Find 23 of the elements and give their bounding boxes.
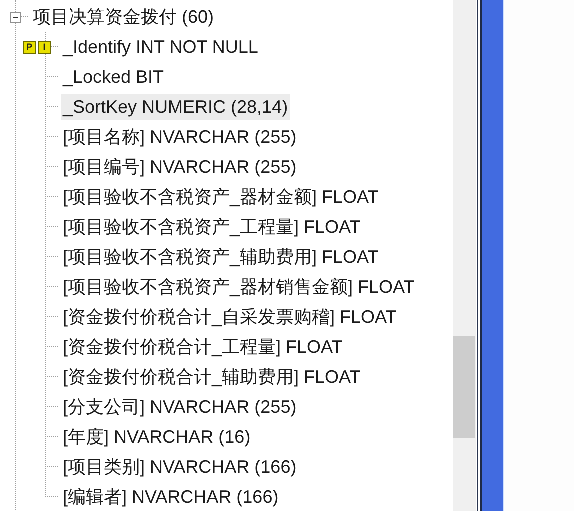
splitter[interactable]	[477, 0, 482, 511]
tree-item[interactable]: [项目验收不含税资产_器材金额] FLOAT	[61, 184, 381, 210]
tree-item[interactable]: [资金拨付价税合计_辅助费用] FLOAT	[61, 364, 363, 390]
tree-item[interactable]: [编辑者] NVARCHAR (166)	[61, 484, 281, 510]
scrollbar[interactable]	[453, 0, 476, 511]
tree-item[interactable]: [分支公司] NVARCHAR (255)	[61, 394, 299, 420]
tree-item[interactable]: 项目决算资金拨付 (60)	[31, 4, 216, 30]
tree-item[interactable]: [资金拨付价税合计_自采发票购稽] FLOAT	[61, 304, 399, 330]
tree-item[interactable]: _Locked BIT	[61, 64, 166, 90]
tree-item[interactable]: _Identify INT NOT NULL	[61, 34, 260, 60]
tree-item[interactable]: [项目验收不含税资产_器材销售金额] FLOAT	[61, 274, 417, 300]
tree-item[interactable]: _SortKey NUMERIC (28,14)	[61, 94, 290, 120]
scrollbar-thumb[interactable]	[453, 336, 475, 438]
tree-item[interactable]: [项目类别] NVARCHAR (166)	[61, 454, 299, 480]
tree-item[interactable]: [项目编号] NVARCHAR (255)	[61, 154, 299, 180]
tree-item[interactable]: [项目验收不含税资产_工程量] FLOAT	[61, 214, 363, 240]
tree-item[interactable]: [项目验收不含税资产_辅助费用] FLOAT	[61, 244, 381, 270]
tree-item[interactable]: [年度] NVARCHAR (16)	[61, 424, 253, 450]
key-icon: I	[38, 41, 51, 54]
collapse-icon[interactable]	[10, 12, 21, 23]
tree-item[interactable]: [资金拨付价税合计_工程量] FLOAT	[61, 334, 345, 360]
key-icon: P	[23, 41, 36, 54]
tree-item[interactable]: [项目名称] NVARCHAR (255)	[61, 124, 299, 150]
